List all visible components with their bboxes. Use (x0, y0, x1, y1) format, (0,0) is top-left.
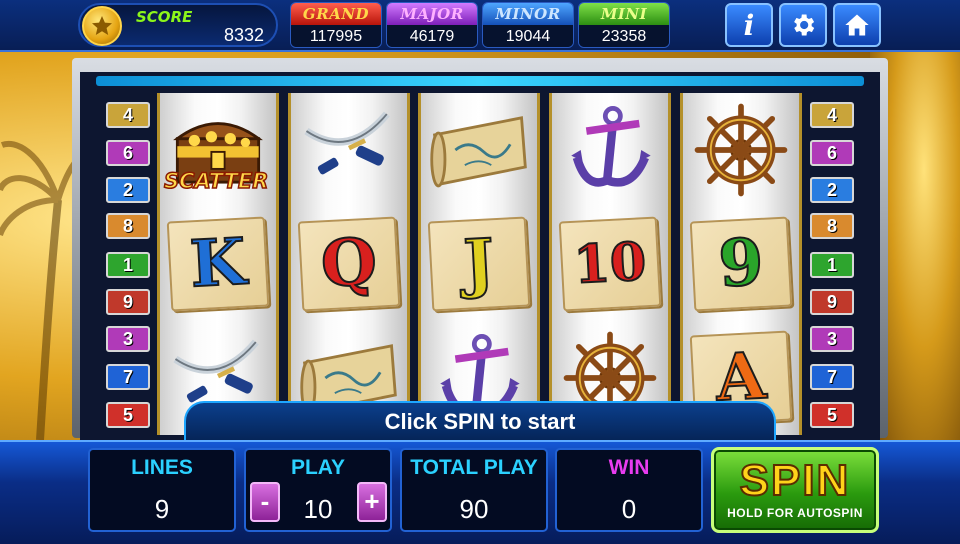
frame-top-strip (96, 76, 864, 86)
win-label: WIN (608, 456, 650, 479)
star-coin-icon (82, 6, 122, 46)
map-icon (421, 93, 537, 207)
payline-badge-6: 6 (810, 140, 854, 166)
home-icon (845, 14, 869, 36)
symbol-card-J: J (421, 207, 537, 321)
spin-sublabel: HOLD FOR AUTOSPIN (727, 506, 863, 520)
spin-label: SPIN (739, 455, 851, 506)
score-value: 8332 (223, 25, 264, 45)
play-label: PLAY (290, 456, 346, 479)
swords-icon (291, 93, 407, 207)
payline-badge-1: 1 (810, 252, 854, 278)
card-letter: J (461, 224, 497, 302)
win-box: WIN 0 (555, 448, 703, 532)
card-scroll: 9 (689, 216, 793, 312)
card-scroll: J (427, 216, 531, 312)
payline-badge-7: 7 (106, 364, 150, 390)
card-letter: 9 (716, 224, 766, 303)
jackpot-mini: MINI 23358 (578, 2, 670, 48)
jackpot-grand-label: GRAND (291, 3, 381, 25)
treasure-chest-icon: SCATTER (160, 93, 276, 207)
spin-button[interactable]: SPIN HOLD FOR AUTOSPIN (711, 447, 879, 533)
reel-3: J (418, 93, 540, 435)
payline-badge-5: 5 (810, 402, 854, 428)
jackpot-major: MAJOR 46179 (386, 2, 478, 48)
payline-badge-3: 3 (106, 326, 150, 352)
lines-value: 9 (154, 494, 170, 524)
payline-badge-3: 3 (810, 326, 854, 352)
symbol-card-9: 9 (683, 207, 799, 321)
symbol-card-10: 10 (552, 207, 668, 321)
home-button[interactable] (833, 3, 881, 47)
payline-badge-9: 9 (810, 289, 854, 315)
payline-badge-1: 1 (106, 252, 150, 278)
total-play-label: TOTAL PLAY (410, 456, 538, 479)
status-message: Click SPIN to start (184, 401, 776, 441)
info-button[interactable]: i (725, 3, 773, 47)
symbol-card-Q: Q (291, 207, 407, 321)
jackpot-grand: GRAND 117995 (290, 2, 382, 48)
bet-decrease-button[interactable]: - (250, 482, 280, 522)
total-play-box: TOTAL PLAY 90 (400, 448, 548, 532)
reel-4: 10 (549, 93, 671, 435)
card-letter: Q (318, 224, 380, 304)
bet-increase-button[interactable]: + (357, 482, 387, 522)
reel-1: SCATTER K (157, 93, 279, 435)
payline-badge-4: 4 (810, 102, 854, 128)
jackpot-major-label: MAJOR (387, 3, 477, 25)
payline-badge-8: 8 (106, 213, 150, 239)
jackpot-major-value: 46179 (387, 25, 477, 47)
ship-wheel-icon (683, 93, 799, 207)
jackpot-minor-value: 19044 (483, 25, 573, 47)
gear-icon (794, 14, 815, 36)
card-scroll: Q (297, 216, 401, 312)
reel-5: 9A (680, 93, 802, 435)
card-letter: 10 (571, 230, 648, 297)
jackpot-minor: MINOR 19044 (482, 2, 574, 48)
payline-badge-8: 8 (810, 213, 854, 239)
score-label: SCORE (136, 8, 193, 26)
info-icon: i (743, 8, 755, 42)
lines-box: LINES 9 (88, 448, 236, 532)
score-box: SCORE 8332 (78, 3, 278, 47)
payline-badge-5: 5 (106, 402, 150, 428)
payline-badge-7: 7 (810, 364, 854, 390)
symbol-card-K: K (160, 207, 276, 321)
payline-badge-6: 6 (106, 140, 150, 166)
payline-badge-9: 9 (106, 289, 150, 315)
lines-label: LINES (131, 456, 193, 479)
payline-badge-2: 2 (810, 177, 854, 203)
card-scroll: 10 (558, 216, 662, 312)
anchor-icon (552, 93, 668, 207)
total-play-value: 90 (459, 494, 489, 524)
win-value: 0 (621, 494, 637, 524)
settings-button[interactable] (779, 3, 827, 47)
reel-2: Q (288, 93, 410, 435)
card-scroll: K (166, 216, 270, 312)
payline-badge-2: 2 (106, 177, 150, 203)
card-letter: K (187, 224, 248, 304)
top-bar: SCORE 8332 GRAND 117995 MAJOR 46179 MINO… (0, 0, 960, 52)
payline-badge-4: 4 (106, 102, 150, 128)
scatter-label: SCATTER (163, 168, 269, 194)
jackpot-mini-value: 23358 (579, 25, 669, 47)
jackpot-grand-value: 117995 (291, 25, 381, 47)
jackpot-mini-label: MINI (579, 3, 669, 25)
jackpot-minor-label: MINOR (483, 3, 573, 25)
